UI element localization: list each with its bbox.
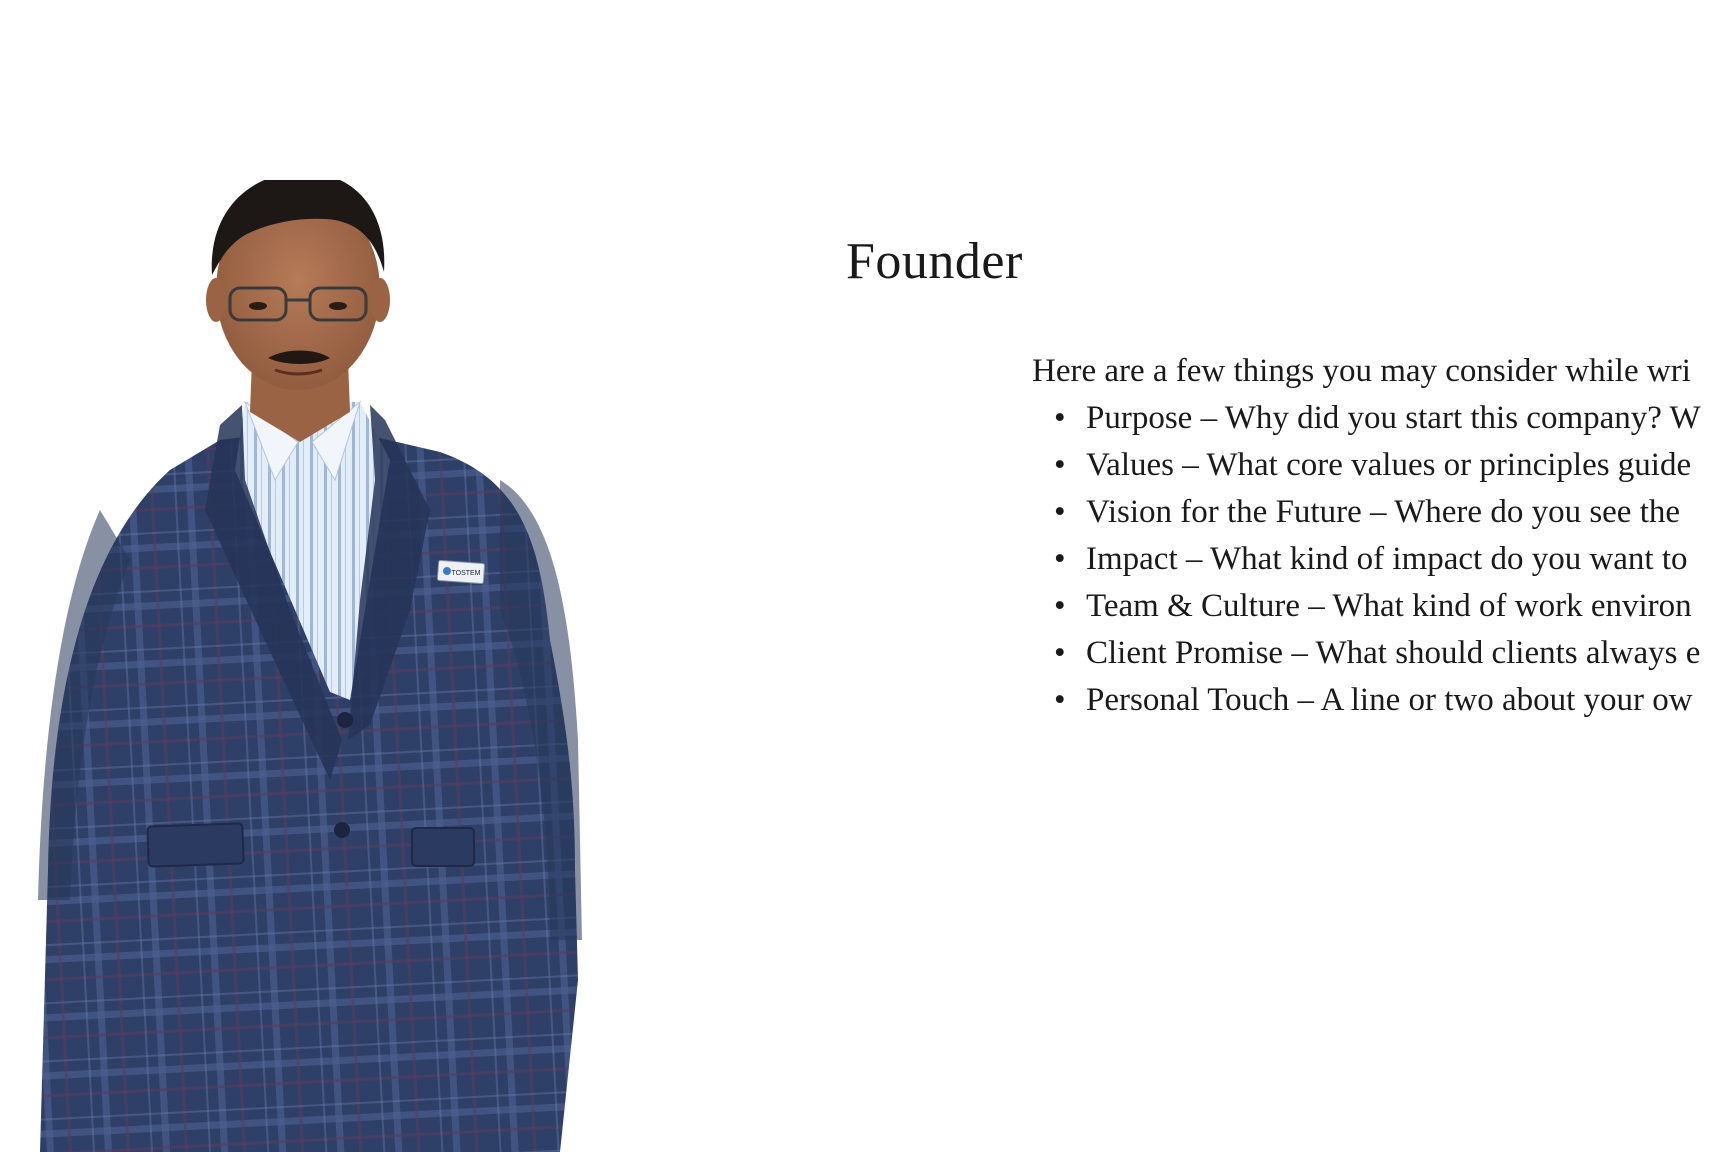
list-item-text: Values – What core values or principles … <box>1086 447 1692 483</box>
list-item-text: Client Promise – What should clients alw… <box>1086 635 1701 671</box>
consideration-list: • Purpose – Why did you start this compan… <box>1032 395 1728 724</box>
bullet-icon: • <box>1054 494 1066 530</box>
list-item-text: Purpose – Why did you start this company… <box>1086 400 1701 436</box>
bullet-icon: • <box>1054 635 1066 671</box>
list-item-text: Personal Touch – A line or two about you… <box>1086 682 1693 718</box>
bullet-icon: • <box>1054 541 1066 577</box>
page-title: Founder <box>846 233 1023 290</box>
bullet-icon: • <box>1054 447 1066 483</box>
bullet-icon: • <box>1054 588 1066 624</box>
list-item-text: Impact – What kind of impact do you want… <box>1086 541 1688 577</box>
bullet-icon: • <box>1054 400 1066 436</box>
founder-message-content: Here are a few things you may consider w… <box>1032 348 1728 724</box>
name-badge: TOSTEM <box>436 560 486 584</box>
list-item-team-culture: • Team & Culture – What kind of work envi… <box>1054 583 1728 630</box>
list-item-impact: • Impact – What kind of impact do you wan… <box>1054 536 1728 583</box>
intro-text: Here are a few things you may consider w… <box>1032 353 1691 389</box>
bullet-icon: • <box>1054 682 1066 718</box>
founder-photo: TOSTEM <box>30 180 640 1152</box>
list-item-client-promise: • Client Promise – What should clients al… <box>1054 630 1728 677</box>
list-item-personal-touch: • Personal Touch – A line or two about yo… <box>1054 677 1728 724</box>
badge-text: TOSTEM <box>451 570 480 577</box>
list-item-text: Team & Culture – What kind of work envir… <box>1086 588 1692 624</box>
list-item-purpose: • Purpose – Why did you start this compan… <box>1054 395 1728 442</box>
list-item-vision: • Vision for the Future – Where do you se… <box>1054 489 1728 536</box>
list-item-values: • Values – What core values or principles… <box>1054 442 1728 489</box>
list-item-text: Vision for the Future – Where do you see… <box>1086 494 1681 530</box>
